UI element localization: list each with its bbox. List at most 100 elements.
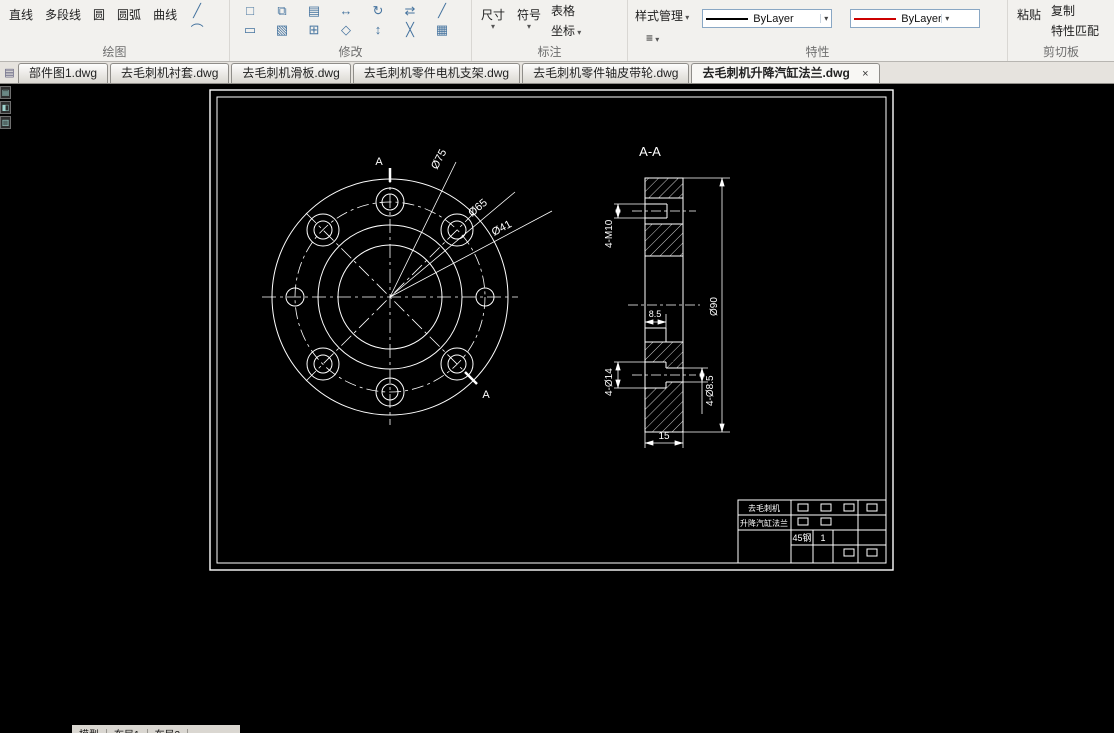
break-icon[interactable]: ╳ [394,21,426,39]
sketch-line-icon[interactable]: ╱ [184,2,210,20]
dim-15: 15 [658,431,670,442]
dock-layer-icon[interactable]: ◧ [0,101,11,114]
table-label: 表格 [551,4,576,18]
style-manager-button[interactable]: 样式管理 [632,7,692,25]
color-combobox[interactable]: ByLayer ▾ [850,9,981,28]
ribbon-group-annotate: 尺寸 符号 表格 坐标 标注 [472,0,628,61]
drawing-canvas[interactable]: ▤ ◧ ▥ A A Ø75 Ø65 Ø41 A-A 4-M10 4-Ø14 Ø9… [0,84,1114,733]
tab-motor-bracket[interactable]: 去毛刺机零件电机支架.dwg [352,63,521,83]
match-properties-button[interactable]: 特性匹配 [1048,22,1102,40]
ribbon: 直线 多段线 圆 圆弧 曲线 ╱ ⌒ 绘图 □ ⧉ ▤ ↔ ↻ ⇄ ╱ ▭ ▧ … [0,0,1114,62]
match-properties-label: 特性匹配 [1051,24,1100,38]
dimension-label: 尺寸 [481,8,506,22]
modify-group-label: 修改 [338,45,363,59]
copy-label: 复制 [1051,4,1076,18]
circle-tool-button[interactable]: 圆 [88,2,110,25]
tab-slide-plate[interactable]: 去毛刺机滑板.dwg [231,63,351,83]
hatch-icon[interactable]: ▧ [266,21,298,39]
ribbon-group-draw: 直线 多段线 圆 圆弧 曲线 ╱ ⌒ 绘图 [0,0,230,61]
move-icon[interactable]: ↔ [330,2,362,20]
fillet-icon[interactable]: ◇ [330,21,362,39]
copy-button[interactable]: 复制 [1048,2,1102,20]
arc-tool-label: 圆弧 [117,8,142,22]
dim-d14: 4-Ø14 [604,368,615,396]
title-block: 去毛刺机 升降汽缸法兰 45钢 1 [737,499,887,564]
stretch-icon[interactable]: ⇄ [394,2,426,20]
curve-tool-button[interactable]: 曲线 [148,2,182,25]
paste-button[interactable]: 粘贴 [1012,2,1046,25]
ribbon-group-clipboard: 粘贴 复制 特性匹配 剪切板 [1008,0,1114,61]
paste-label: 粘贴 [1017,8,1042,22]
clipboard-group-label: 剪切板 [1042,45,1079,59]
spline-icon[interactable]: ⌒ [184,22,210,40]
linetype-value: ByLayer [753,12,794,25]
close-icon[interactable]: × [862,68,868,80]
dim-step-85: 8.5 [649,309,662,319]
chevron-down-icon [683,9,689,23]
circle-tool-label: 圆 [93,8,106,22]
tab-part-drawing-1[interactable]: 部件图1.dwg [18,63,109,83]
explode-icon[interactable]: ▦ [426,21,458,39]
scale-icon[interactable]: ⊞ [298,21,330,39]
dock-view-icon[interactable]: ▥ [0,116,11,129]
tab-belt-pulley[interactable]: 去毛刺机零件轴皮带轮.dwg [522,63,690,83]
tab-bushing[interactable]: 去毛刺机衬套.dwg [110,63,230,83]
ribbon-group-properties: 样式管理 ≡ ByLayer ▾ ByLayer ▾ 特性 [628,0,1008,61]
chevron-down-icon[interactable]: ▾ [941,14,949,23]
section-mark-a-bottom: A [482,389,490,401]
curve-tool-label: 曲线 [153,8,178,22]
rotate-icon[interactable]: ↻ [362,2,394,20]
dim-d75: Ø75 [429,147,449,171]
chevron-down-icon [481,23,505,31]
linetype-swatch-icon [706,17,749,20]
drawing-svg[interactable]: A A Ø75 Ø65 Ø41 A-A 4-M10 4-Ø14 Ø90 4-Ø8… [0,84,1114,733]
array-icon[interactable]: ▤ [298,2,330,20]
extend-icon[interactable]: ↕ [362,21,394,39]
document-tabbar: ▤ 部件图1.dwg 去毛刺机衬套.dwg 去毛刺机滑板.dwg 去毛刺机零件电… [0,62,1114,84]
chevron-down-icon [517,23,541,31]
dimension-button[interactable]: 尺寸 [476,2,510,33]
front-view: A A Ø75 Ø65 Ø41 [262,147,553,425]
sheet-frame [209,89,894,571]
section-cut-marks [388,168,478,385]
tab-label: 去毛刺机零件轴皮带轮.dwg [533,66,679,80]
dim-d85: 4-Ø8.5 [705,375,716,406]
trim-icon[interactable]: ╱ [426,2,458,20]
section-mark-a-top: A [375,156,383,168]
title-block-part-name: 升降汽缸法兰 [740,518,788,528]
dim-d41: Ø41 [490,218,514,238]
tab-label: 去毛刺机零件电机支架.dwg [363,66,510,80]
tab-cylinder-flange-active[interactable]: 去毛刺机升降汽缸法兰.dwg × [691,63,880,83]
color-swatch-icon [854,17,897,20]
layout1-tab[interactable]: 布局1 [107,729,148,733]
linetype-combobox[interactable]: ByLayer ▾ [702,9,833,28]
coordinate-button[interactable]: 坐标 [548,22,584,40]
draw-group-label: 绘图 [102,45,127,59]
title-block-qty: 1 [820,533,825,543]
dim-d90: Ø90 [709,297,720,316]
style-manager-label: 样式管理 [635,9,684,23]
arc-tool-button[interactable]: 圆弧 [112,2,146,25]
symbol-button[interactable]: 符号 [512,2,546,33]
chevron-down-icon [575,24,581,38]
layout2-tab[interactable]: 布局2 [148,729,189,733]
dock-panel-icon[interactable]: ▤ [0,86,11,99]
chevron-down-icon[interactable]: ▾ [820,14,828,23]
table-button[interactable]: 表格 [548,2,584,20]
tab-label: 部件图1.dwg [29,66,98,80]
model-tab[interactable]: 模型 [72,729,107,733]
mirror-icon[interactable]: ⧉ [266,2,298,20]
tab-label: 去毛刺机滑板.dwg [242,66,340,80]
line-tool-button[interactable]: 直线 [4,2,38,25]
title-block-material: 45钢 [792,532,811,543]
section-view-title: A-A [639,144,661,159]
properties-group-label: 特性 [805,45,830,59]
polyline-tool-label: 多段线 [45,8,82,22]
section-view: A-A 4-M10 4-Ø14 Ø90 4-Ø8.5 8.5 15 [604,144,730,448]
offset-icon[interactable]: ▭ [234,21,266,39]
left-dock: ▤ ◧ ▥ [0,86,12,129]
drawing-page-icon[interactable]: ▤ [3,66,16,81]
title-block-company: 去毛刺机 [748,503,780,513]
copy-object-icon[interactable]: □ [234,2,266,20]
polyline-tool-button[interactable]: 多段线 [40,2,86,25]
